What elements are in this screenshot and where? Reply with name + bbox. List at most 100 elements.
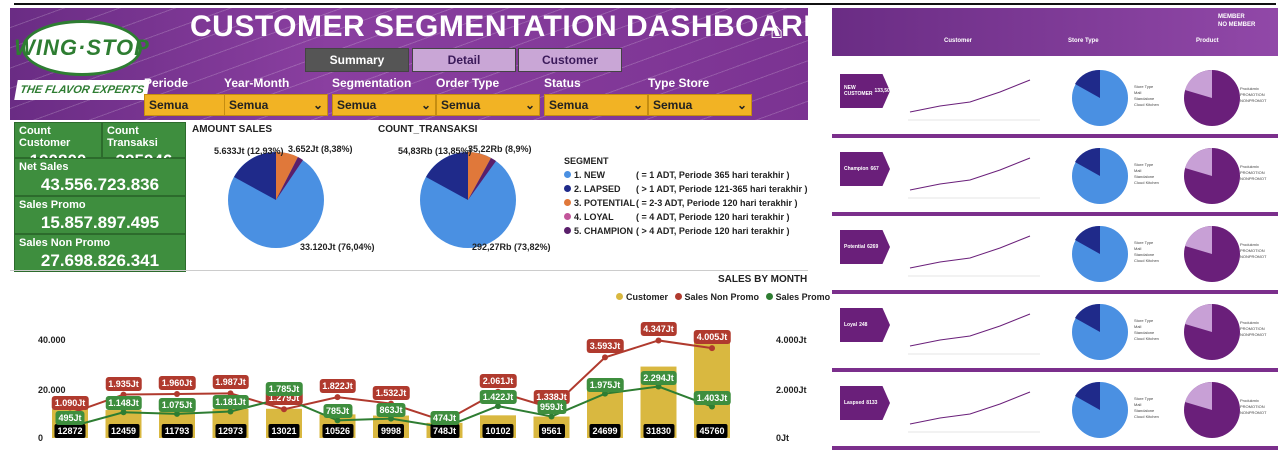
kpi-net-sales: Net Sales 43.556.723.836 [14, 158, 186, 196]
promo-value-label: 495Jt [55, 410, 85, 425]
non-promo-value-label: 1.960Jt [158, 376, 196, 391]
filter-value: Semua [149, 98, 189, 112]
produkmix-legend: Produkmix PROMOTION NONPROMOT [1240, 242, 1266, 260]
kpi-value: 43.556.723.836 [40, 175, 160, 194]
filter-value: Semua [653, 98, 693, 112]
detail-row-charts [908, 303, 1240, 360]
customer-value-label: 10102 [482, 424, 514, 438]
non-promo-point [281, 406, 287, 413]
segment-dot [564, 213, 571, 220]
non-promo-value-label: 1.532Jt [372, 385, 410, 400]
segment-tag[interactable]: Loyal 248 [840, 308, 890, 342]
promo-value-label: 863Jt [376, 402, 406, 417]
segment-tag[interactable]: NEW CUSTOMER 133,500% [840, 74, 890, 108]
customer-value-label: 31830 [642, 424, 675, 438]
non-promo-point [602, 354, 608, 361]
non-promo-value-label: 2.061Jt [479, 373, 517, 388]
segment-item: 5. CHAMPION( > 4 ADT, Periode 120 hari t… [564, 226, 789, 236]
segment-tag-name: Champion [844, 166, 869, 172]
detail-row-charts [908, 381, 1240, 438]
filter-dropdown[interactable]: Semua ⌄ [332, 94, 436, 116]
segment-tag-count: 6269 [867, 244, 879, 250]
kpi-sales-promo: Sales Promo 15.857.897.495 [14, 196, 186, 234]
promo-value-label: 785Jt [322, 404, 353, 419]
pie1-label-new: 33.120Jt (76,04%) [300, 242, 375, 252]
segment-tag[interactable]: Potential 6269 [840, 230, 890, 264]
filter-value: Semua [337, 98, 377, 112]
pie1-label-potential: 3.652Jt (8,38%) [288, 144, 353, 154]
kpi-label: Count Customer [19, 125, 71, 149]
wingstop-logo: WING·STOP [14, 20, 149, 76]
segment-item: 4. LOYAL ( = 4 ADT, Periode 120 hari tera… [564, 212, 789, 222]
store-type-legend: Store Type Mall Standalone Cloud Kitchen [1134, 240, 1159, 264]
promo-value-label: 1.403Jt [693, 390, 731, 405]
filter-label: Periode [144, 76, 189, 90]
col-customer: Customer [944, 38, 973, 44]
kpi-value: 27.698.826.341 [40, 251, 160, 270]
pie1-title: AMOUNT SALES [192, 124, 272, 135]
produkmix-legend: Produkmix PROMOTION NONPROMOT [1240, 164, 1266, 182]
promo-value-label: 1.075Jt [158, 397, 196, 412]
promo-value-label: 1.181Jt [212, 395, 249, 410]
segment-desc: ( = 2-3 ADT, Periode 120 hari terakhir ) [636, 198, 798, 208]
produkmix-legend: Produkmix PROMOTION NONPROMOT [1240, 398, 1266, 416]
chevron-down-icon: ⌄ [736, 98, 747, 112]
produkmix-legend-item: NONPROMOT [1240, 176, 1267, 181]
store-type-legend: Store Type Mall Standalone Cloud Kitchen [1134, 84, 1159, 108]
non-promo-value-label: 1.822Jt [319, 379, 356, 394]
filter-dropdown[interactable]: Semua ⌄ [648, 94, 752, 116]
segment-desc: ( > 4 ADT, Periode 120 hari terakhir ) [636, 226, 790, 236]
segment-tag[interactable]: Laspsed 8133 [840, 386, 890, 420]
no-member-label: NO MEMBER [1218, 22, 1256, 28]
non-promo-value-label: 1.090Jt [51, 395, 89, 410]
customer-value-label: 24699 [589, 424, 621, 438]
non-promo-value-label: 4.005Jt [693, 330, 731, 345]
non-promo-value-label: 4.347Jt [640, 322, 677, 337]
home-icon[interactable]: ⌂ [770, 18, 783, 44]
non-promo-value-label: 3.593Jt [586, 339, 624, 354]
filter-value: Semua [229, 98, 269, 112]
customer-value-label: 12872 [54, 424, 86, 438]
kpi-count-transaksi: Count Transaksi 395946 [102, 122, 186, 170]
produkmix-legend: Produkmix PROMOTION NONPROMOT [1240, 320, 1266, 338]
promo-value-label: 1.975Jt [586, 377, 624, 392]
trend-line [909, 235, 1031, 269]
chevron-down-icon: ⌄ [524, 98, 535, 112]
segment-name: 2. LAPSED [574, 184, 621, 194]
store-type-legend: Store Type Mall Standalone Cloud Kitchen [1134, 318, 1159, 342]
non-promo-value-label: 1.935Jt [105, 376, 142, 391]
chevron-down-icon: ⌄ [632, 98, 643, 112]
promo-value-label: 1.785Jt [265, 381, 303, 396]
count-transaksi-pie [420, 152, 516, 248]
segment-tag-name: Potential [844, 244, 866, 250]
promo-value-label: 2.294Jt [640, 370, 677, 385]
store-type-legend-item: Cloud Kitchen [1134, 336, 1159, 341]
trend-line [909, 313, 1031, 347]
filter-label: Type Store [648, 76, 710, 90]
tab-detail[interactable]: Detail [412, 48, 516, 72]
segment-dot [564, 227, 571, 234]
non-promo-point [655, 337, 662, 344]
filter-label: Order Type [436, 76, 500, 90]
produkmix-legend: Produkmix PROMOTION NONPROMOT [1240, 86, 1266, 104]
filter-dropdown[interactable]: Semua ⌄ [224, 94, 328, 116]
produkmix-legend-item: NONPROMOT [1240, 254, 1267, 259]
pie2-title: COUNT_TRANSAKSI [378, 124, 478, 135]
store-type-legend-item: Cloud Kitchen [1134, 414, 1159, 419]
pie2-label-new: 292,27Rb (73,82%) [472, 242, 551, 252]
pie2-label-lapsed: 54,83Rb (13,85%) [398, 146, 472, 156]
segment-dot [564, 185, 571, 192]
tab-customer[interactable]: Customer [518, 48, 622, 72]
filter-dropdown[interactable]: Semua ⌄ [544, 94, 648, 116]
tab-summary[interactable]: Summary [305, 48, 409, 72]
chart-title: SALES BY MONTH [718, 274, 808, 285]
detail-row-charts [908, 225, 1240, 282]
non-promo-value-label: 1.987Jt [212, 375, 249, 390]
customer-value-label: 13021 [268, 424, 300, 438]
segment-title: SEGMENT [564, 156, 609, 166]
filter-dropdown[interactable]: Semua ⌄ [436, 94, 540, 116]
segment-tag[interactable]: Champion 667 [840, 152, 890, 186]
segment-item: 2. LAPSED ( > 1 ADT, Periode 121-365 hari… [564, 184, 808, 194]
produkmix-legend-item: NONPROMOT [1240, 98, 1267, 103]
segment-desc: ( = 4 ADT, Periode 120 hari terakhir ) [636, 212, 790, 222]
